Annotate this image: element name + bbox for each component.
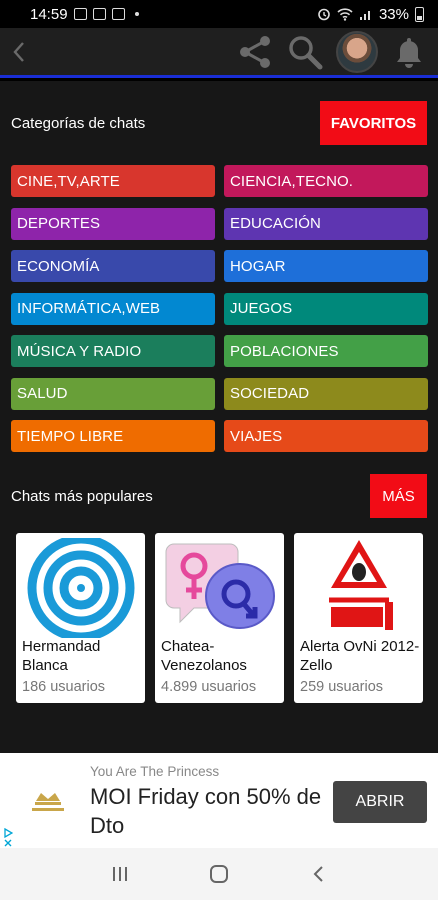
wifi-icon (337, 7, 353, 21)
target-circles-icon (22, 538, 139, 638)
chat-name: Hermandad Blanca (22, 638, 101, 674)
gmail-notification-icon (111, 8, 125, 20)
ad-headline: MOI Friday con 50% de Dto (90, 784, 322, 838)
search-icon (289, 35, 323, 69)
system-nav-bar (0, 848, 438, 900)
princess-logo-icon (28, 787, 68, 815)
popular-header: Chats más populares MÁS (0, 474, 438, 518)
chat-users: 186 usuarios (22, 679, 106, 695)
back-arrow-icon (313, 866, 324, 882)
app-bar (0, 28, 438, 78)
mail-notification-icon (92, 8, 106, 20)
recent-apps-button[interactable] (100, 854, 140, 894)
alarm-icon (318, 8, 330, 21)
ovni-alert-icon (300, 538, 417, 638)
home-button[interactable] (199, 854, 239, 894)
share-button[interactable] (236, 33, 274, 71)
adchoices-icon[interactable] (0, 820, 16, 848)
category-cine-tv-arte[interactable]: CINE,TV,ARTE (11, 165, 215, 197)
category-economia[interactable]: ECONOMÍA (11, 250, 215, 282)
gallery-notification-icon (73, 8, 87, 20)
category-informatica-web[interactable]: INFORMÁTICA,WEB (11, 292, 215, 325)
category-deportes[interactable]: DEPORTES (11, 207, 215, 240)
ad-subtitle: You Are The Princess (90, 764, 220, 779)
categories-title: Categorías de chats (11, 114, 146, 132)
chat-name: Chatea-Venezolanos (161, 638, 247, 674)
gender-bubbles-icon (161, 538, 278, 638)
ad-open-button[interactable]: ABRIR (333, 781, 427, 823)
category-musica-radio[interactable]: MÚSICA Y RADIO (11, 335, 215, 367)
category-tiempo-libre[interactable]: TIEMPO LIBRE (11, 420, 215, 452)
more-button[interactable]: MÁS (370, 474, 427, 518)
category-ciencia-tecno[interactable]: CIENCIA,TECNO. (224, 165, 428, 197)
battery-icon (415, 6, 424, 22)
chat-name: Alerta OvNi 2012-Zello (300, 638, 420, 674)
category-educacion[interactable]: EDUCACIÓN (224, 207, 428, 240)
signal-icon (359, 10, 370, 20)
user-avatar[interactable] (336, 30, 378, 73)
chat-users: 259 usuarios (300, 679, 384, 695)
chat-card-hermandad-blanca[interactable]: Hermandad Blanca 186 usuarios (16, 533, 145, 703)
category-sociedad[interactable]: SOCIEDAD (224, 377, 428, 410)
back-nav-button[interactable] (298, 854, 338, 894)
notifications-button[interactable] (390, 33, 428, 71)
category-poblaciones[interactable]: POBLACIONES (224, 335, 428, 367)
recent-apps-icon (112, 867, 127, 881)
popular-chats-list: Hermandad Blanca 186 usuarios Chatea-Ven… (16, 533, 423, 703)
battery-percent: 33% (378, 5, 409, 23)
categories-header: Categorías de chats FAVORITOS (0, 101, 438, 145)
category-salud[interactable]: SALUD (11, 377, 215, 410)
category-juegos[interactable]: JUEGOS (224, 292, 428, 325)
popular-title: Chats más populares (11, 487, 153, 505)
chat-card-alerta-ovni[interactable]: Alerta OvNi 2012-Zello 259 usuarios (294, 533, 423, 703)
chat-users: 4.899 usuarios (161, 679, 257, 695)
home-icon (209, 865, 228, 883)
share-icon (240, 35, 270, 68)
category-hogar[interactable]: HOGAR (224, 250, 428, 282)
ad-banner[interactable]: You Are The Princess MOI Friday con 50% … (0, 753, 438, 848)
category-viajes[interactable]: VIAJES (224, 420, 428, 452)
more-notifications-icon (134, 12, 139, 16)
back-button[interactable] (2, 29, 36, 75)
status-time: 14:59 (30, 5, 68, 23)
status-bar: 14:59 33% (0, 0, 438, 28)
chevron-left-icon (13, 41, 24, 62)
bell-icon (397, 37, 421, 68)
favorites-button[interactable]: FAVORITOS (320, 101, 427, 145)
chat-card-chatea-venezolanos[interactable]: Chatea-Venezolanos 4.899 usuarios (155, 533, 284, 703)
main-content: Categorías de chats FAVORITOS CINE,TV,AR… (0, 81, 438, 753)
search-button[interactable] (286, 33, 324, 71)
